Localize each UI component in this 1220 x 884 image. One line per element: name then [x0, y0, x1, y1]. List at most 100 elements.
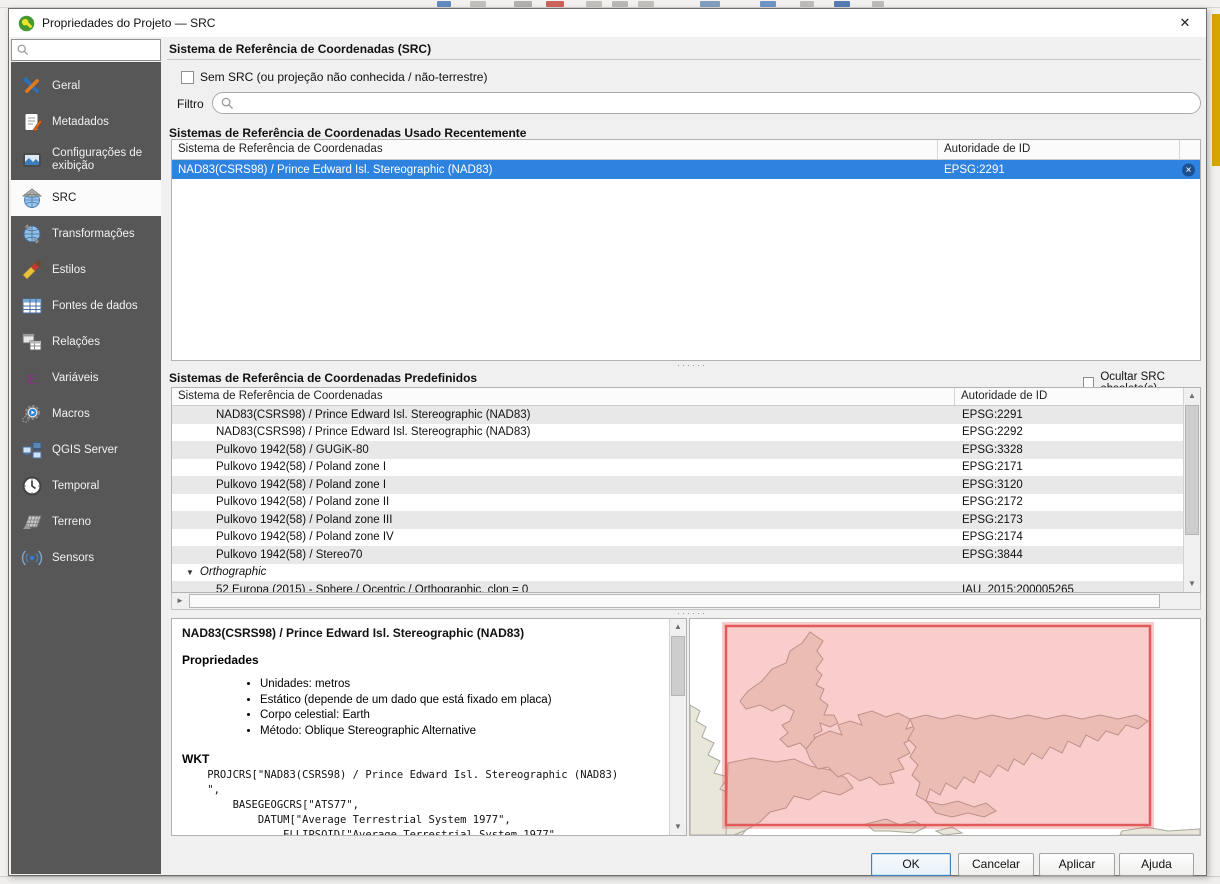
- remove-recent-icon[interactable]: ✕: [1182, 163, 1195, 176]
- sidebar-item-label: Metadados: [52, 116, 109, 129]
- scroll-down-icon[interactable]: ▼: [1184, 576, 1200, 592]
- crs-name: NAD83(CSRS98) / Prince Edward Isl. Stere…: [178, 164, 492, 176]
- crs-extent-map: [690, 619, 1200, 835]
- predefined-crs-table: Sistema de Referência de Coordenadas Aut…: [171, 387, 1201, 593]
- predefined-crs-row[interactable]: NAD83(CSRS98) / Prince Edward Isl. Stere…: [172, 406, 1200, 424]
- recent-col-authority[interactable]: Autoridade de ID: [938, 140, 1180, 159]
- recent-col-name[interactable]: Sistema de Referência de Coordenadas: [172, 140, 938, 159]
- scrollbar-thumb[interactable]: [189, 594, 1160, 608]
- crs-extent-rectangle: [726, 626, 1150, 825]
- recent-table-body: NAD83(CSRS98) / Prince Edward Isl. Stere…: [172, 160, 1200, 179]
- predefined-crs-row[interactable]: 52 Europa (2015) - Sphere / Ocentric / O…: [172, 581, 1200, 593]
- scrollbar-thumb[interactable]: [1185, 405, 1199, 535]
- filter-label: Filtro: [177, 97, 204, 111]
- details-vertical-scrollbar[interactable]: ▲ ▼: [669, 619, 686, 835]
- page-title: Sistema de Referência de Coordenadas (SR…: [169, 42, 431, 56]
- signal-icon: [21, 547, 43, 569]
- crs-details-panel: NAD83(CSRS98) / Prince Edward Isl. Stere…: [171, 618, 687, 836]
- filter-input[interactable]: [212, 92, 1201, 114]
- sidebar-item-label: Transformações: [52, 228, 135, 241]
- crs-group-name: Orthographic: [200, 566, 266, 578]
- sidebar-nav: Geral Metadados Configurações de exibição S…: [11, 62, 161, 874]
- sidebar-item-macros[interactable]: Macros: [11, 396, 161, 432]
- ok-button[interactable]: OK: [871, 853, 951, 876]
- predefined-table-header[interactable]: Sistema de Referência de Coordenadas Aut…: [172, 388, 1200, 406]
- crs-name: NAD83(CSRS98) / Prince Edward Isl. Stere…: [216, 409, 530, 421]
- sidebar-item-configuracoes-de-exibicao[interactable]: Configurações de exibição: [11, 140, 161, 180]
- project-properties-dialog: Propriedades do Projeto — SRC ✕ Geral Met…: [8, 8, 1207, 876]
- sidebar-item-qgis-server[interactable]: QGIS Server: [11, 432, 161, 468]
- predefined-crs-row[interactable]: Pulkovo 1942(58) / Poland zone IIIEPSG:2…: [172, 511, 1200, 529]
- background-panel-accent: [1212, 14, 1220, 166]
- sidebar-search-input[interactable]: [11, 39, 161, 61]
- predefined-crs-row[interactable]: Pulkovo 1942(58) / Stereo70 EPSG:3844: [172, 546, 1200, 564]
- crs-authority: EPSG:2174: [962, 531, 1023, 543]
- crs-name: Pulkovo 1942(58) / Poland zone I: [216, 479, 386, 491]
- predefined-col-authority[interactable]: Autoridade de ID: [955, 388, 1200, 405]
- crs-name: Pulkovo 1942(58) / GUGiK-80: [216, 444, 369, 456]
- scroll-right-icon[interactable]: ►: [172, 593, 188, 609]
- background-toolbar-icon: [760, 1, 776, 7]
- crs-authority: EPSG:3844: [962, 549, 1023, 561]
- crs-name: Pulkovo 1942(58) / Stereo70: [216, 549, 362, 561]
- splitter-handle[interactable]: ······: [677, 611, 707, 616]
- sidebar-item-label: SRC: [52, 192, 76, 205]
- collapse-arrow-icon[interactable]: ▼: [186, 568, 194, 577]
- predefined-crs-row[interactable]: Pulkovo 1942(58) / Poland zone I EPSG:312…: [172, 476, 1200, 494]
- predefined-vertical-scrollbar[interactable]: ▲ ▼: [1183, 388, 1200, 592]
- sidebar-item-estilos[interactable]: Estilos: [11, 252, 161, 288]
- sidebar-item-src[interactable]: SRC: [11, 180, 161, 216]
- sidebar-item-metadados[interactable]: Metadados: [11, 104, 161, 140]
- sidebar-item-fontes-de-dados[interactable]: Fontes de dados: [11, 288, 161, 324]
- scroll-up-icon[interactable]: ▲: [1184, 388, 1200, 404]
- background-toolbar-icon: [872, 1, 884, 7]
- sidebar-item-relacoes[interactable]: Relações: [11, 324, 161, 360]
- crs-authority: IAU_2015:200005265: [962, 584, 1074, 593]
- crs-globe-icon: [21, 187, 43, 209]
- sidebar-item-label: Temporal: [52, 480, 99, 493]
- recent-crs-row[interactable]: NAD83(CSRS98) / Prince Edward Isl. Stere…: [172, 160, 1200, 179]
- recent-crs-table: Sistema de Referência de Coordenadas Aut…: [171, 139, 1201, 361]
- predefined-crs-row[interactable]: Pulkovo 1942(58) / Poland zone IIEPSG:21…: [172, 494, 1200, 512]
- predefined-crs-row[interactable]: Pulkovo 1942(58) / Poland zone IEPSG:217…: [172, 459, 1200, 477]
- property-item: Unidades: metros: [260, 677, 663, 693]
- window-title: Propriedades do Projeto — SRC: [42, 16, 215, 30]
- sidebar-item-label: Fontes de dados: [52, 300, 138, 313]
- crs-authority: EPSG:3120: [962, 479, 1023, 491]
- aplicar-button[interactable]: Aplicar: [1039, 853, 1115, 876]
- crs-name: 52 Europa (2015) - Sphere / Ocentric / O…: [216, 584, 528, 593]
- close-icon[interactable]: ✕: [1176, 14, 1194, 32]
- scrollbar-thumb[interactable]: [671, 636, 685, 696]
- server-icon: [21, 439, 43, 461]
- sidebar-item-sensors[interactable]: Sensors: [11, 540, 161, 576]
- background-bottom-strip: [0, 876, 1220, 884]
- sidebar-item-geral[interactable]: Geral: [11, 68, 161, 104]
- crs-authority: EPSG:2171: [962, 461, 1023, 473]
- background-toolbar-icon: [437, 1, 451, 7]
- dialog-titlebar[interactable]: Propriedades do Projeto — SRC ✕: [9, 9, 1206, 37]
- metadata-icon: [21, 111, 43, 133]
- scroll-up-icon[interactable]: ▲: [670, 619, 686, 635]
- sidebar-item-variaveis[interactable]: εVariáveis: [11, 360, 161, 396]
- cancelar-button[interactable]: Cancelar: [958, 853, 1034, 876]
- scroll-down-icon[interactable]: ▼: [670, 819, 686, 835]
- crs-authority: EPSG:2292: [962, 426, 1023, 438]
- sidebar-item-terreno[interactable]: Terreno: [11, 504, 161, 540]
- predefined-crs-group-row[interactable]: ▼ Orthographic: [172, 564, 1200, 582]
- no-crs-checkbox[interactable]: [181, 71, 194, 84]
- predefined-crs-row[interactable]: Pulkovo 1942(58) / Poland zone IVEPSG:21…: [172, 529, 1200, 547]
- crs-authority: EPSG:2173: [962, 514, 1023, 526]
- predefined-crs-row[interactable]: NAD83(CSRS98) / Prince Edward Isl. Stere…: [172, 424, 1200, 442]
- brush-icon: [21, 259, 43, 281]
- predefined-col-name[interactable]: Sistema de Referência de Coordenadas: [172, 388, 955, 405]
- sidebar-item-temporal[interactable]: Temporal: [11, 468, 161, 504]
- details-crs-title: NAD83(CSRS98) / Prince Edward Isl. Stere…: [182, 626, 663, 640]
- predefined-crs-row[interactable]: Pulkovo 1942(58) / GUGiK-80EPSG:3328: [172, 441, 1200, 459]
- sidebar-item-transformacoes[interactable]: Transformações: [11, 216, 161, 252]
- splitter-handle[interactable]: ······: [677, 363, 707, 368]
- recent-table-header[interactable]: Sistema de Referência de Coordenadas Aut…: [172, 140, 1200, 160]
- background-left-strip: [0, 8, 8, 876]
- predefined-crs-title: Sistemas de Referência de Coordenadas Pr…: [169, 371, 477, 385]
- ajuda-button[interactable]: Ajuda: [1119, 853, 1194, 876]
- background-toolbar-strip: [0, 0, 1220, 8]
